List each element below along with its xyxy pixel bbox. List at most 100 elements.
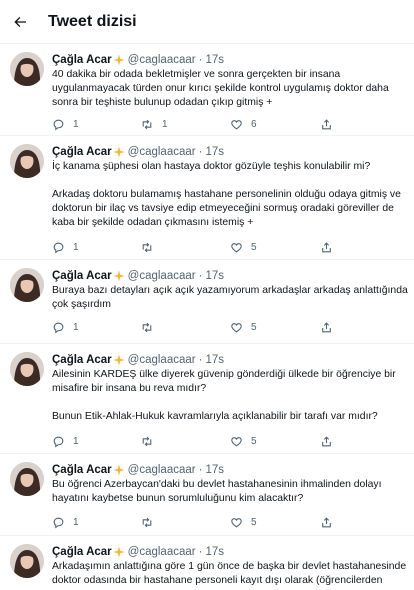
author-handle[interactable]: @caglaacaar [128,354,196,366]
reply-button[interactable]: 1 [52,435,140,448]
text-line: uygulanmayacak türden onur kırıcı şekild… [52,83,389,95]
tweet[interactable]: Çağla Acar @caglaacaar · 17s 40 dakika b… [0,44,414,136]
like-count: 5 [251,516,257,528]
timestamp[interactable]: 17s [205,354,224,366]
reply-button[interactable]: 1 [52,241,140,254]
text-line: İç kanama şüphesi olan hastaya doktor gö… [52,161,371,172]
share-button[interactable] [320,241,333,254]
tweet[interactable]: Çağla Acar @caglaacaar · 17s Ailesinin K… [0,344,414,454]
like-count: 5 [251,321,257,333]
sparkles-icon [113,146,125,158]
text-line: Bunun Etik-Ahlak-Hukuk kavramlarıyla açı… [52,411,378,423]
share-button[interactable] [320,435,333,448]
heart-icon [231,119,242,129]
share-icon [322,118,331,129]
tweet-header: Çağla Acar @caglaacaar · 17s [52,462,406,478]
retweet-icon [142,436,152,446]
back-button[interactable] [4,6,36,38]
author-handle[interactable]: @caglaacaar [128,146,196,158]
author-name[interactable]: Çağla Acar [52,464,112,476]
tweet[interactable]: Çağla Acar @caglaacaar · 17s Bu öğrenci … [0,454,414,536]
text-line: doktorun bir ilaç vs tavsiye edip etmeye… [52,203,394,215]
text-line: kaba bir şekilde odadan çıkmasını istemi… [52,217,254,229]
reply-icon [53,436,64,447]
separator-dot: · [198,146,203,158]
page-title: Tweet dizisi [48,12,137,30]
retweet-icon [142,242,152,252]
tweet-text: Arkadaşımın anlattığına göre 1 gün önce … [52,560,408,588]
author-handle[interactable]: @caglaacaar [128,54,196,66]
author-name[interactable]: Çağla Acar [52,270,112,282]
tweet-text: 40 dakika bir odada bekletmişler ve sonr… [52,68,408,110]
timestamp[interactable]: 17s [205,270,224,282]
avatar[interactable] [10,144,44,178]
timestamp[interactable]: 17s [205,54,224,66]
heart-icon [231,322,242,332]
retweet-button[interactable] [140,241,230,254]
reply-count: 1 [73,241,79,253]
author-handle[interactable]: @caglaacaar [128,546,196,558]
like-count: 5 [251,241,257,253]
like-button[interactable]: 5 [230,435,320,448]
retweet-button[interactable] [140,321,230,334]
avatar[interactable] [10,268,44,302]
like-button[interactable]: 5 [230,241,320,254]
retweet-button[interactable]: 1 [140,118,230,131]
author-name[interactable]: Çağla Acar [52,146,112,158]
text-line: doktor odasında bir hastahane personeli … [52,575,383,587]
tweet-text: İç kanama şüphesi olan hastaya doktor gö… [52,160,408,230]
tweet-text: Ailesinin KARDEŞ ülke diyerek güvenip gö… [52,368,408,424]
like-button[interactable]: 5 [230,516,320,529]
tweet[interactable]: Çağla Acar @caglaacaar · 17s Buraya bazı… [0,260,414,344]
avatar[interactable] [10,52,44,86]
separator-dot: · [198,354,203,366]
timestamp[interactable]: 17s [205,546,224,558]
timestamp[interactable]: 17s [205,464,224,476]
text-line: hayatını kaybetse bunun sorumluluğunu ki… [52,493,304,505]
top-bar: Tweet dizisi [0,0,414,44]
author-name[interactable]: Çağla Acar [52,546,112,558]
like-button[interactable]: 5 [230,321,320,334]
reply-count: 1 [73,118,79,130]
reply-button[interactable]: 1 [52,321,140,334]
tweet-actions: 1 5 [52,514,408,530]
share-button[interactable] [320,321,333,334]
separator-dot: · [198,546,203,558]
reply-icon [53,517,64,528]
share-icon [322,321,331,332]
like-button[interactable]: 6 [230,118,320,131]
tweet[interactable]: Çağla Acar @caglaacaar · 17s İç kanama ş… [0,136,414,260]
tweet-text: Bu öğrenci Azerbaycan'daki bu devlet has… [52,478,408,506]
share-button[interactable] [320,516,333,529]
arrow-left-icon [14,16,26,27]
tweet[interactable]: Çağla Acar @caglaacaar · 17s Arkadaşımın… [0,536,414,590]
heart-icon [231,242,242,252]
reply-button[interactable]: 1 [52,516,140,529]
avatar[interactable] [10,462,44,496]
heart-icon [231,517,242,527]
retweet-button[interactable] [140,435,230,448]
author-name[interactable]: Çağla Acar [52,354,112,366]
timestamp[interactable]: 17s [205,146,224,158]
text-line: Arkadaş doktoru bulamamış hastahane pers… [52,189,401,201]
separator-dot: · [198,270,203,282]
avatar[interactable] [10,544,44,578]
text-line: Buraya bazı detayları açık açık yazamıyo… [52,285,408,296]
author-name[interactable]: Çağla Acar [52,54,112,66]
like-count: 6 [251,118,257,130]
tweet-header: Çağla Acar @caglaacaar · 17s [52,544,406,560]
retweet-button[interactable] [140,516,230,529]
sparkles-icon [113,464,125,476]
author-handle[interactable]: @caglaacaar [128,464,196,476]
tweet-header: Çağla Acar @caglaacaar · 17s [52,352,406,368]
tweet-text: Buraya bazı detayları açık açık yazamıyo… [52,284,408,312]
text-line: 40 dakika bir odada bekletmişler ve sonr… [52,69,341,80]
author-handle[interactable]: @caglaacaar [128,270,196,282]
avatar[interactable] [10,352,44,386]
retweet-icon [142,517,152,527]
tweet-header: Çağla Acar @caglaacaar · 17s [52,268,406,284]
reply-button[interactable]: 1 [52,118,140,131]
share-button[interactable] [320,118,333,131]
sparkles-icon [113,546,125,558]
separator-dot: · [198,464,203,476]
